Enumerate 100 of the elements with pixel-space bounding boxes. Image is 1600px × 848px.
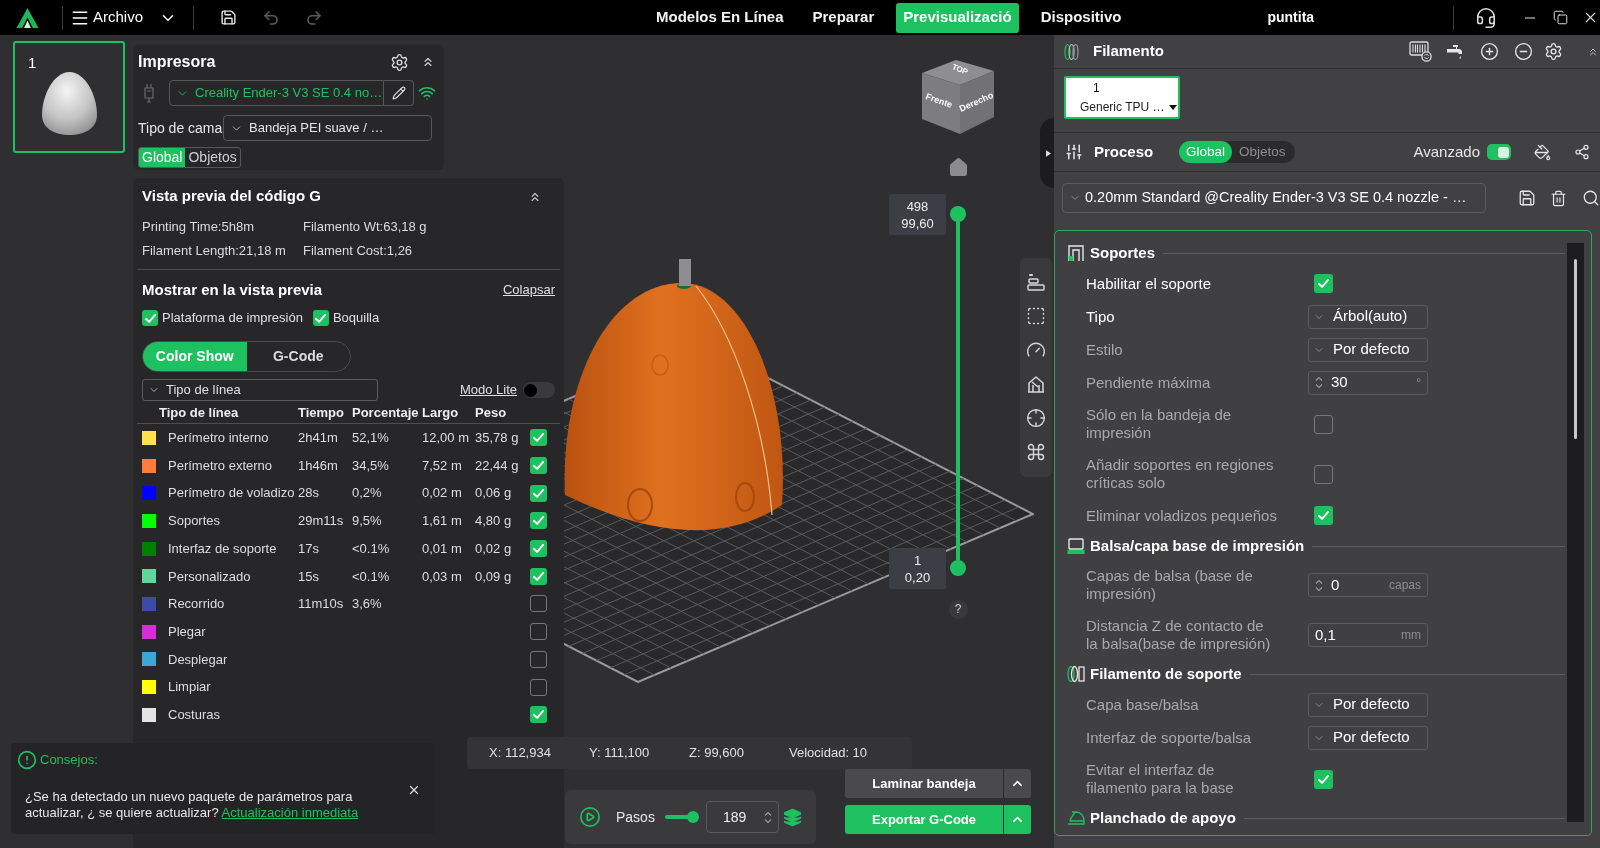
help-button[interactable]: ?	[948, 600, 968, 619]
delete-icon[interactable]	[1550, 189, 1567, 207]
add-icon[interactable]	[1480, 42, 1499, 61]
checkbox[interactable]	[1314, 464, 1333, 484]
checkbox[interactable]	[1314, 506, 1333, 525]
table-cell-text: 35,78 g	[475, 429, 520, 448]
mode-tab[interactable]: Dispositivo	[1033, 2, 1129, 33]
play-icon[interactable]	[579, 806, 601, 828]
checkbox[interactable]	[530, 623, 547, 641]
scope-tab[interactable]: Objetos	[1232, 141, 1293, 163]
table-cell-text: Recorrido	[168, 595, 226, 614]
stepper-arrows-icon[interactable]	[1315, 579, 1323, 591]
settings-icon[interactable]	[390, 52, 409, 72]
number-field[interactable]: 0 capas	[1308, 573, 1428, 597]
panel-collapse-handle[interactable]	[1040, 118, 1054, 188]
text-field[interactable]: 0,1 mm	[1308, 623, 1428, 647]
lite-mode-toggle[interactable]	[523, 382, 555, 398]
dropdown[interactable]: Por defecto	[1308, 725, 1428, 750]
table-cell-text: 11m10s	[298, 595, 345, 614]
triangle-logo-icon[interactable]	[16, 6, 39, 29]
action-button[interactable]: Laminar bandeja	[845, 769, 1003, 798]
mode-tab[interactable]: Modelos En Línea	[649, 2, 791, 33]
file-menu-button[interactable]: Archivo	[70, 3, 144, 32]
crosshair-icon[interactable]	[1026, 408, 1046, 428]
slider-thumb[interactable]	[950, 206, 966, 222]
table-cell-text: Personalizado	[168, 567, 252, 586]
checkbox[interactable]	[530, 429, 547, 447]
checkbox[interactable]	[142, 310, 158, 326]
collapse-icon[interactable]	[421, 55, 435, 69]
project-name: puntita	[1267, 8, 1315, 27]
save-icon[interactable]	[1518, 189, 1536, 207]
checkbox[interactable]	[312, 310, 329, 326]
dropdown[interactable]: Árbol(auto)	[1308, 304, 1428, 329]
stepper-arrows-icon[interactable]	[1315, 377, 1323, 388]
unit-label: mm	[1401, 627, 1421, 644]
table-cell-text: 3,6%	[352, 595, 383, 614]
setting-label: Sólo en la bandeja de impresión	[1086, 405, 1233, 443]
mode-tab[interactable]: Preparar	[805, 2, 882, 33]
home-icon[interactable]	[947, 157, 969, 178]
command-icon[interactable]	[1026, 442, 1046, 462]
dashed-square-icon[interactable]	[1026, 306, 1046, 326]
action-menu-button[interactable]	[1003, 769, 1031, 798]
advanced-toggle[interactable]	[1487, 144, 1511, 160]
scrollbar[interactable]	[1567, 243, 1584, 822]
stacked-bars-icon[interactable]	[1026, 272, 1046, 292]
checkbox[interactable]	[530, 678, 547, 696]
checkbox[interactable]	[530, 512, 547, 530]
table-cell-text: 1,61 m	[422, 512, 463, 531]
share-icon[interactable]	[1574, 144, 1590, 160]
remove-icon[interactable]	[1514, 42, 1533, 61]
checkbox[interactable]	[1314, 769, 1333, 789]
checkbox[interactable]	[530, 484, 547, 502]
checkbox[interactable]	[1314, 274, 1333, 293]
dropdown[interactable]: Por defecto	[1308, 337, 1428, 362]
setting-label: Eliminar voladizos pequeños	[1086, 505, 1278, 526]
layer-slider-track[interactable]	[950, 206, 966, 576]
number-field[interactable]: 30 °	[1308, 370, 1428, 395]
checkbox[interactable]	[530, 457, 547, 475]
restore-icon[interactable]	[1553, 10, 1568, 25]
update-message: ¿Se ha detectado un nuevo paquete de parámetros para actualizar, ¿ se quiere actualizar? Actualización inmediata	[25, 789, 360, 821]
checkbox[interactable]	[530, 540, 547, 558]
settings-icon[interactable]	[1544, 42, 1563, 61]
checkbox[interactable]	[1314, 414, 1333, 434]
filament-slot[interactable]: 1 Generic TPU …	[1064, 76, 1180, 119]
plate-thumbnail[interactable]: 1	[13, 41, 125, 153]
section-title: Planchado de apoyo	[1090, 807, 1236, 828]
checkbox[interactable]	[530, 595, 547, 613]
check-icon	[144, 313, 156, 323]
headset-icon[interactable]	[1475, 6, 1497, 29]
layers-icon[interactable]	[782, 807, 802, 827]
cube-face-label: Frente	[924, 91, 954, 110]
step-field[interactable]: 189	[705, 801, 779, 833]
collapse-link[interactable]: Colapsar	[502, 280, 555, 300]
check-icon	[1318, 774, 1329, 784]
barcode-icon[interactable]	[1409, 41, 1432, 62]
caret-down-icon[interactable]	[1169, 105, 1178, 110]
checkbox[interactable]	[530, 650, 547, 668]
edit-button[interactable]	[384, 80, 414, 106]
slider-thumb[interactable]	[686, 811, 699, 823]
paint-bucket-icon[interactable]	[1534, 143, 1551, 161]
slider-thumb[interactable]	[950, 560, 966, 576]
faucet-icon[interactable]	[1446, 43, 1463, 60]
lite-mode-link[interactable]: Modo Lite	[459, 380, 517, 400]
close-icon[interactable]	[407, 783, 421, 797]
house-outline-icon[interactable]	[1026, 374, 1046, 394]
scope-tab[interactable]: Objetos	[185, 148, 240, 167]
update-link[interactable]: Actualización inmediata	[221, 805, 359, 820]
checkbox[interactable]	[530, 567, 547, 585]
preset-dropdown[interactable]: 0.20mm Standard @Creality Ender-3 V3 SE 0.4 nozzle - …	[1062, 183, 1486, 213]
line-type-dropdown[interactable]: Tipo de línea	[142, 379, 378, 401]
mode-tab[interactable]: G-Code	[246, 342, 350, 371]
table-cell-text: 22,44 g	[475, 456, 520, 475]
search-icon[interactable]	[1582, 189, 1600, 207]
action-menu-button[interactable]	[1003, 805, 1031, 834]
stepper-arrows-icon[interactable]	[763, 811, 772, 823]
dropdown[interactable]: Por defecto	[1308, 692, 1428, 717]
save-icon[interactable]	[220, 9, 238, 26]
checkbox[interactable]	[530, 706, 547, 724]
printer-dropdown[interactable]: Creality Ender-3 V3 SE 0.4 no…	[169, 80, 384, 106]
bed-type-dropdown[interactable]: Bandeja PEI suave / …	[223, 115, 432, 141]
